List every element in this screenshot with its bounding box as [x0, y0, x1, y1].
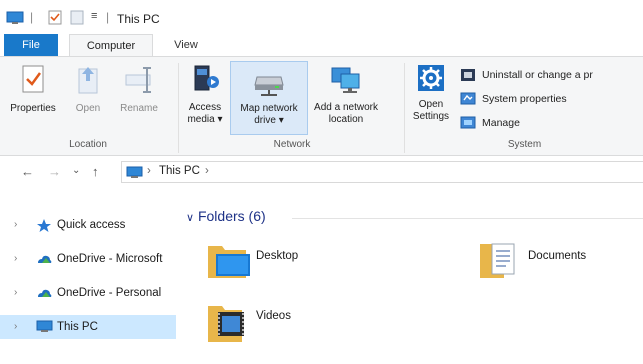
recent-locations-icon[interactable]: ⌄: [72, 164, 80, 178]
folder-name: Desktop: [256, 250, 299, 262]
title-separator: |: [106, 10, 110, 24]
expand-chevron-icon[interactable]: ›: [14, 281, 17, 305]
open-settings-button[interactable]: Open Settings: [408, 61, 454, 135]
open-settings-label-2: Settings: [412, 111, 450, 122]
access-media-button[interactable]: Access media ▾: [182, 61, 228, 135]
tab-file[interactable]: File: [4, 34, 58, 56]
breadcrumb-separator: ›: [147, 165, 151, 177]
onedrive-icon: [38, 255, 52, 263]
rename-icon: [125, 67, 151, 93]
manage-icon: [460, 116, 476, 129]
map-drive-label-2: drive ▾: [254, 115, 284, 126]
window-title: This PC: [117, 12, 160, 26]
documents-folder-icon: [480, 243, 515, 278]
properties-icon: [22, 65, 44, 93]
videos-folder-icon: [208, 306, 244, 342]
group-divider: [404, 63, 405, 153]
open-icon: [78, 67, 98, 94]
folder-item-videos[interactable]: Videos: [206, 298, 326, 350]
folder-name: Videos: [256, 310, 291, 322]
properties-button[interactable]: Properties: [4, 61, 62, 135]
address-bar-row: ← → ⌄ ↑ › This PC ›: [0, 156, 643, 188]
tab-view[interactable]: View: [166, 34, 206, 56]
uninstall-label: Uninstall or change a pr: [482, 69, 593, 81]
ribbon-tabs: File Computer View: [0, 34, 643, 56]
open-label: Open: [75, 103, 101, 114]
nav-item-label: OneDrive - Personal: [57, 287, 162, 299]
expand-chevron-icon[interactable]: ›: [14, 213, 17, 237]
map-network-drive-button[interactable]: Map network drive ▾: [230, 61, 308, 135]
add-location-label-1: Add a network: [314, 102, 378, 113]
access-media-label-2: media ▾: [187, 114, 223, 125]
network-location-icon: [331, 67, 360, 93]
nav-item-onedrive-personal[interactable]: › OneDrive - Personal: [0, 281, 176, 305]
this-pc-icon: [126, 166, 143, 178]
access-media-label-1: Access: [188, 102, 222, 113]
manage-label: Manage: [482, 117, 520, 129]
onedrive-icon: [38, 289, 52, 297]
this-pc-icon: [36, 320, 53, 332]
desktop-folder-icon: [208, 246, 250, 278]
system-properties-icon: [460, 92, 476, 105]
qat-separator: |: [30, 10, 34, 24]
breadcrumb-this-pc[interactable]: This PC: [159, 165, 200, 177]
access-media-icon: [194, 65, 219, 91]
expand-chevron-icon[interactable]: ›: [14, 315, 17, 339]
network-group-label: Network: [273, 139, 311, 150]
add-network-location-button[interactable]: Add a network location: [310, 61, 382, 135]
qat-dropdown-icon[interactable]: ≡: [91, 10, 97, 22]
uninstall-icon: [461, 69, 475, 81]
system-properties-label: System properties: [482, 93, 567, 105]
nav-item-this-pc[interactable]: › This PC: [0, 315, 176, 339]
forward-arrow-icon[interactable]: →: [48, 165, 61, 179]
content-pane: ∨ Folders (6) Desktop Documents Videos: [180, 188, 643, 364]
system-group-label: System: [507, 139, 542, 150]
gear-icon: [418, 65, 444, 91]
navigation-pane: › Quick access › OneDrive - Microsoft › …: [0, 188, 180, 364]
rename-button[interactable]: Rename: [114, 61, 164, 135]
address-bar[interactable]: › This PC ›: [121, 161, 643, 183]
properties-check-icon[interactable]: [48, 10, 62, 25]
breadcrumb-chevron[interactable]: ›: [205, 165, 209, 177]
up-arrow-icon[interactable]: ↑: [92, 165, 99, 179]
tab-computer[interactable]: Computer: [69, 34, 153, 56]
back-arrow-icon[interactable]: ←: [21, 165, 34, 179]
properties-label: Properties: [10, 103, 56, 114]
group-header-rule: [292, 218, 643, 219]
network-drive-icon: [254, 76, 284, 96]
expand-chevron-icon[interactable]: ›: [14, 247, 17, 271]
nav-item-label: OneDrive - Microsoft: [57, 253, 163, 265]
star-icon: [37, 219, 51, 232]
nav-item-label: This PC: [57, 321, 98, 333]
ribbon: Properties Open Rename Location Access m…: [0, 56, 643, 156]
group-header-label: Folders (6): [197, 208, 266, 224]
computer-icon[interactable]: [6, 11, 26, 25]
location-group-label: Location: [69, 139, 107, 150]
nav-item-quick-access[interactable]: › Quick access: [0, 213, 176, 237]
rename-label: Rename: [120, 103, 158, 114]
map-drive-label-1: Map network: [240, 103, 298, 114]
open-settings-label-1: Open: [418, 99, 444, 110]
collapse-chevron-icon[interactable]: ∨: [186, 212, 194, 224]
add-location-label-2: location: [328, 114, 364, 125]
new-folder-icon[interactable]: [70, 10, 84, 25]
group-divider: [178, 63, 179, 153]
folder-item-desktop[interactable]: Desktop: [206, 238, 326, 286]
folder-name: Documents: [528, 250, 587, 262]
open-button[interactable]: Open: [68, 61, 108, 135]
folder-item-documents[interactable]: Documents: [478, 238, 618, 286]
nav-item-label: Quick access: [57, 219, 126, 231]
folders-group-header[interactable]: ∨ Folders (6): [186, 208, 266, 224]
nav-item-onedrive-microsoft[interactable]: › OneDrive - Microsoft: [0, 247, 176, 271]
title-bar: | ≡ | This PC: [0, 0, 643, 34]
